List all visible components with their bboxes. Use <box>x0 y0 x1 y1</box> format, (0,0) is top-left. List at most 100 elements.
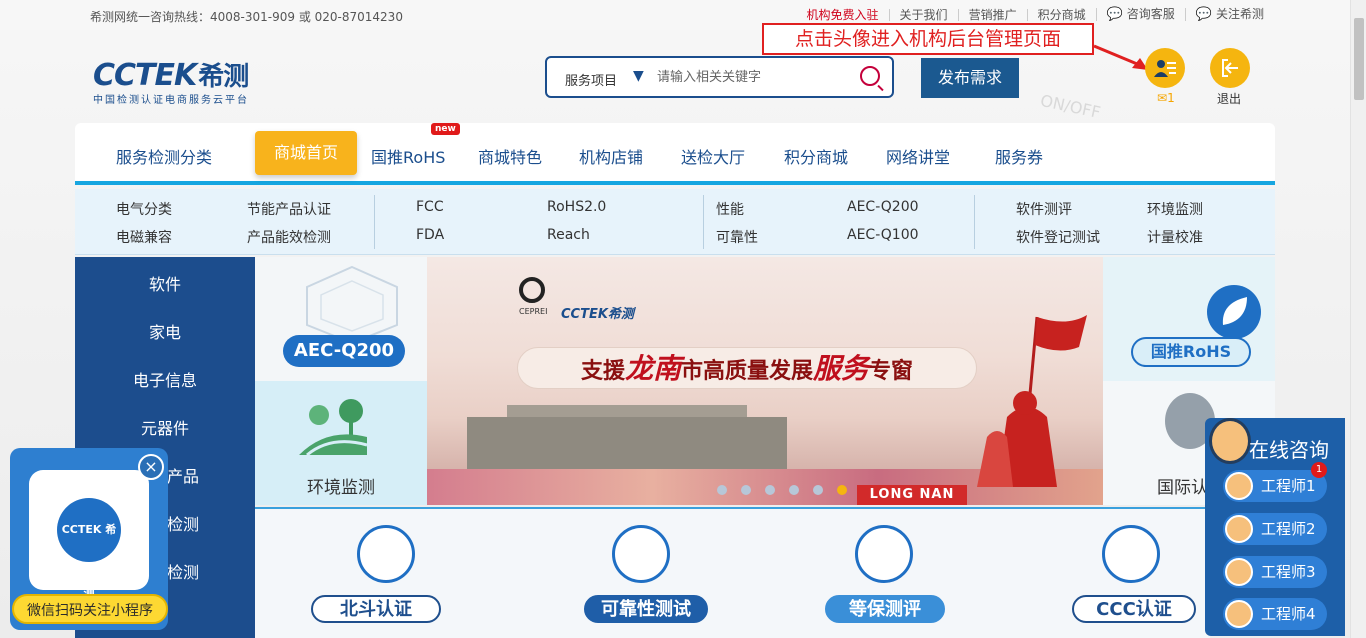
rohs-label: 国推RoHS <box>1131 337 1251 367</box>
hero-banner[interactable]: CEPREI CCTEK希测 支援龙南市高质量发展服务专窗 LONG NAN <box>427 257 1103 505</box>
engineer-4-button[interactable]: 工程师4 <box>1223 598 1327 630</box>
link-consult[interactable]: 💬 咨询客服 <box>1095 7 1185 21</box>
engineer-1-button[interactable]: 工程师1 <box>1223 470 1327 502</box>
caret-down-icon[interactable]: ▼ <box>633 68 644 84</box>
subnav-link[interactable]: 环境监测 <box>1147 199 1203 219</box>
main-nav: 服务检测分类 商城首页 国推RoHS new 商城特色 机构店铺 送检大厅 积分… <box>75 123 1275 185</box>
close-icon[interactable]: × <box>138 454 164 480</box>
nav-item-vouchers[interactable]: 服务券 <box>995 144 1043 168</box>
pager-dot[interactable] <box>741 485 751 495</box>
site-logo[interactable]: CCTEK希测 中国检测认证电商服务云平台 <box>93 56 249 106</box>
subnav-link[interactable]: Reach <box>547 227 590 243</box>
subnav-link[interactable]: 软件测评 <box>1016 199 1072 219</box>
card-security[interactable]: 等保测评 <box>765 507 1020 638</box>
nav-item-home[interactable]: 商城首页 <box>255 131 357 175</box>
tile-aec-q200[interactable]: AEC-Q200 <box>255 257 427 381</box>
engineer-2-button[interactable]: 工程师2 <box>1223 513 1327 545</box>
miniprogram-cta[interactable]: 微信扫码关注小程序 <box>12 594 168 624</box>
nav-item-rohs[interactable]: 国推RoHS <box>371 144 445 168</box>
engineer-unread-badge: 1 <box>1311 462 1327 478</box>
sub-nav: 电气分类 电磁兼容 节能产品认证 产品能效检测 FCC FDA RoHS2.0 … <box>75 189 1275 255</box>
logout-button[interactable] <box>1210 48 1250 88</box>
support-agent-icon <box>1209 418 1251 464</box>
user-manage-icon <box>1154 60 1176 77</box>
subnav-link[interactable]: AEC-Q100 <box>847 227 919 243</box>
subnav-link[interactable]: RoHS2.0 <box>547 199 606 215</box>
search-input[interactable] <box>657 66 857 88</box>
follow-label: 关注希测 <box>1215 7 1264 21</box>
subnav-link[interactable]: 产品能效检测 <box>247 227 331 247</box>
chat-icon: 💬 <box>1195 7 1212 22</box>
sidebar-item-components[interactable]: 元器件 <box>75 415 255 439</box>
flag-bearer-illustration <box>977 315 1087 487</box>
nav-category[interactable]: 服务检测分类 <box>116 144 212 168</box>
subnav-link[interactable]: 电磁兼容 <box>116 227 172 247</box>
tile-rohs[interactable]: 国推RoHS <box>1103 257 1275 381</box>
service-dropdown[interactable]: 服务项目 <box>565 70 617 89</box>
card-beidou[interactable]: 北斗认证 <box>255 507 510 638</box>
tile-environment[interactable]: 环境监测 <box>255 381 427 505</box>
sidebar-item-appliances[interactable]: 家电 <box>75 319 255 343</box>
engineer-avatar-icon <box>1225 558 1253 586</box>
shield-chat-icon <box>855 525 913 583</box>
top-bar: 希测网统一咨询热线：4008-301-909 或 020-87014230 机构… <box>0 0 1350 30</box>
sidebar-item-software[interactable]: 软件 <box>75 271 255 295</box>
subnav-link[interactable]: 软件登记测试 <box>1016 227 1100 247</box>
search-icon[interactable] <box>860 66 880 86</box>
environment-label: 环境监测 <box>307 478 375 498</box>
logout-label[interactable]: 退出 <box>1217 90 1241 107</box>
qr-center-logo: CCTEK 希测 <box>57 498 121 600</box>
subnav-link[interactable]: FDA <box>416 227 444 243</box>
card-label: 等保测评 <box>825 595 945 623</box>
consult-title: 在线咨询 <box>1249 438 1329 462</box>
link-marketing[interactable]: 营销推广 <box>957 8 1027 21</box>
subnav-link[interactable]: 计量校准 <box>1147 227 1203 247</box>
farm-field-icon <box>299 399 368 457</box>
search-box: 服务项目 ▼ <box>545 56 894 98</box>
subnav-link[interactable]: 电气分类 <box>116 199 172 219</box>
international-label: 国际认 <box>1157 478 1208 498</box>
miniprogram-popup: CCTEK 希测 × 微信扫码关注小程序 <box>10 448 168 630</box>
scrollbar-thumb[interactable] <box>1354 18 1364 100</box>
page-scrollbar[interactable] <box>1350 0 1366 638</box>
subnav-link[interactable]: FCC <box>416 199 444 215</box>
consult-label: 咨询客服 <box>1126 7 1175 21</box>
pager-dot[interactable] <box>813 485 823 495</box>
card-ccc[interactable]: CCC认证 <box>1020 507 1210 638</box>
ceprei-label: CEPREI <box>519 307 548 316</box>
mail-count[interactable]: ✉1 <box>1157 91 1175 105</box>
leaf-icon <box>1207 285 1261 339</box>
nav-item-inspection-hall[interactable]: 送检大厅 <box>681 144 745 168</box>
link-free-join[interactable]: 机构免费入驻 <box>797 9 889 21</box>
engineer-3-button[interactable]: 工程师3 <box>1223 556 1327 588</box>
user-avatar-button[interactable] <box>1145 48 1185 88</box>
publish-request-button[interactable]: 发布需求 <box>921 58 1019 98</box>
subnav-link[interactable]: AEC-Q200 <box>847 199 919 215</box>
card-reliability[interactable]: 可靠性测试 <box>510 507 765 638</box>
subnav-link[interactable]: 可靠性 <box>716 227 758 247</box>
pager-dot[interactable] <box>717 485 727 495</box>
banner-longnan: LONG NAN <box>857 485 967 505</box>
link-points-mall[interactable]: 积分商城 <box>1026 8 1096 21</box>
nav-item-features[interactable]: 商城特色 <box>478 144 542 168</box>
card-label: CCC认证 <box>1072 595 1196 623</box>
banner-brand: CCTEK希测 <box>561 307 634 322</box>
nav-item-online-lectures[interactable]: 网络讲堂 <box>886 144 950 168</box>
link-about[interactable]: 关于我们 <box>888 8 958 21</box>
engineer-avatar-icon <box>1225 600 1253 628</box>
link-follow[interactable]: 💬 关注希测 <box>1184 7 1274 22</box>
cubes-icon <box>612 525 670 583</box>
pager-dot-active[interactable] <box>837 485 847 495</box>
nav-item-stores[interactable]: 机构店铺 <box>579 144 643 168</box>
nav-item-points-mall[interactable]: 积分商城 <box>784 144 848 168</box>
subnav-link[interactable]: 性能 <box>716 199 744 219</box>
sidebar-item-electronics[interactable]: 电子信息 <box>75 367 255 391</box>
subnav-divider <box>703 195 704 249</box>
logo-mark: CCTEK希测 <box>93 58 249 93</box>
pager-dot[interactable] <box>789 485 799 495</box>
mail-icon: ✉ <box>1157 91 1168 105</box>
logout-icon <box>1222 59 1238 77</box>
top-links: 机构免费入驻 关于我们 营销推广 积分商城 💬 咨询客服 💬 关注希测 <box>797 8 1274 21</box>
subnav-link[interactable]: 节能产品认证 <box>247 199 331 219</box>
pager-dot[interactable] <box>765 485 775 495</box>
